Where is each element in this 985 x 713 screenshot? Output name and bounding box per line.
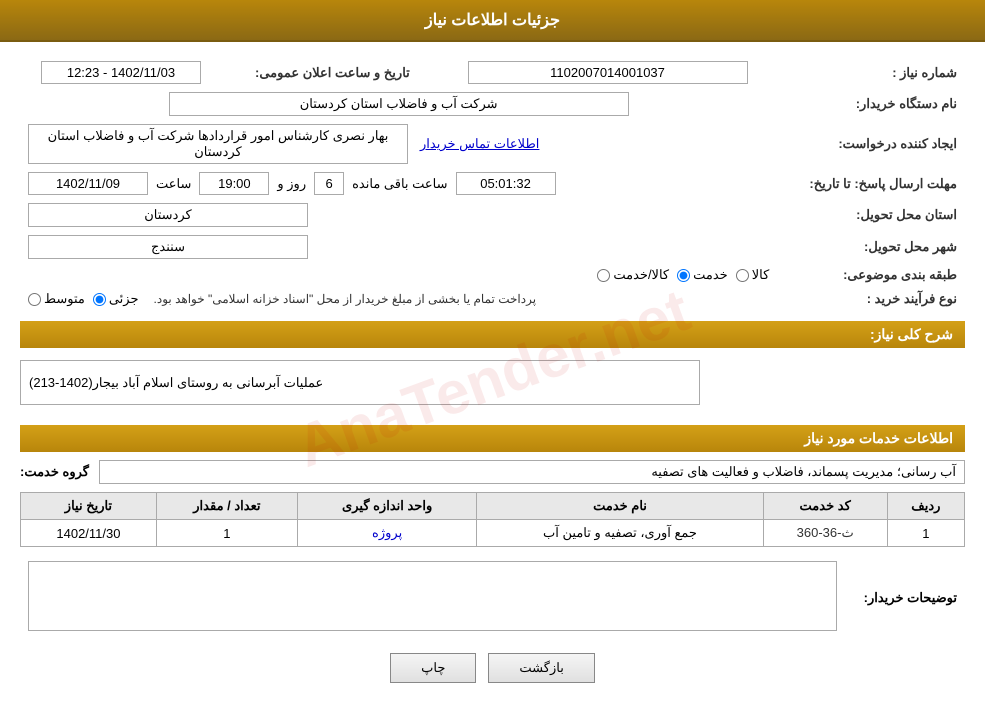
nam-dastgah-label: نام دستگاه خریدار: <box>777 88 965 120</box>
th-tarikh: تاریخ نیاز <box>21 493 157 520</box>
tarikh-value: 1402/11/03 - 12:23 <box>20 57 222 88</box>
goroh-value-box: آب رسانی؛ مدیریت پسماند، فاضلاب و فعالیت… <box>99 460 965 484</box>
info-table-1: شماره نیاز : 1102007014001037 تاریخ و سا… <box>20 57 965 311</box>
th-kod: کد خدمت <box>763 493 887 520</box>
ostan-value-cell: کردستان <box>20 199 777 231</box>
tozi-table: توضیحات خریدار: <box>20 557 965 638</box>
goroh-label: گروه خدمت: <box>20 464 89 480</box>
khadamat-title-text: اطلاعات خدمات مورد نیاز <box>804 430 953 446</box>
radio-kala-khadamat-input[interactable] <box>597 269 610 282</box>
mohlat-baqi-label: ساعت باقی مانده <box>352 176 447 192</box>
mohlat-saat-label: ساعت <box>156 176 191 192</box>
tozi-value-cell <box>20 557 845 638</box>
radio-motavaset-input[interactable] <box>28 293 41 306</box>
shahr-value-cell: سنندج <box>20 231 777 263</box>
radio-kala: کالا <box>736 267 770 283</box>
th-unit: واحد اندازه گیری <box>297 493 477 520</box>
radio-motavaset: متوسط <box>28 291 85 307</box>
mohlat-date-input: 1402/11/09 <box>28 172 148 195</box>
buttons-row: بازگشت چاپ <box>20 653 965 698</box>
print-button[interactable]: چاپ <box>390 653 476 683</box>
shahr-input: سنندج <box>28 235 308 259</box>
tabaqe-value-cell: کالا/خدمت خدمت کالا <box>20 263 777 287</box>
cell-kod: ث-36-360 <box>763 520 887 547</box>
mohlat-saat-input: 19:00 <box>199 172 269 195</box>
mohlat-label: مهلت ارسال پاسخ: تا تاریخ: <box>777 168 965 199</box>
sharh-section-title: شرح کلی نیاز: <box>20 321 965 348</box>
cell-tedad: 1 <box>156 520 297 547</box>
tabaqe-label: طبقه بندی موضوعی: <box>777 263 965 287</box>
radio-jozii: جزئی <box>93 291 139 307</box>
khadamat-section-title: اطلاعات خدمات مورد نیاز <box>20 425 965 452</box>
nam-dastgah-input: شرکت آب و فاضلاب استان کردستان <box>169 92 629 116</box>
cell-radif: 1 <box>887 520 964 547</box>
nooe-farayand-label: نوع فرآیند خرید : <box>777 287 965 311</box>
nooe-farayand-text: پرداخت تمام یا بخشی از مبلغ خریدار از مح… <box>154 292 537 306</box>
radio-khadamat: خدمت <box>677 267 728 283</box>
cell-unit: پروژه <box>297 520 477 547</box>
radio-kala-label: کالا <box>752 267 770 283</box>
th-radif: ردیف <box>887 493 964 520</box>
page-header: جزئیات اطلاعات نیاز <box>0 0 985 42</box>
tarikh-label: تاریخ و ساعت اعلان عمومی: <box>222 57 418 88</box>
mohlat-rooz-input: 6 <box>314 172 344 195</box>
services-table: ردیف کد خدمت نام خدمت واحد اندازه گیری ت… <box>20 492 965 547</box>
goroh-value-text: آب رسانی؛ مدیریت پسماند، فاضلاب و فعالیت… <box>651 464 956 479</box>
radio-kala-khadamat: کالا/خدمت <box>597 267 669 283</box>
ijad-label: ایجاد کننده درخواست: <box>777 120 965 168</box>
radio-khadamat-input[interactable] <box>677 269 690 282</box>
ijad-input: بهار نصری کارشناس امور قراردادها شرکت آب… <box>28 124 408 164</box>
back-button[interactable]: بازگشت <box>488 653 594 683</box>
radio-jozii-label: جزئی <box>109 291 139 307</box>
sharh-value-box: عملیات آبرسانی به روستای اسلام آباد بیجا… <box>20 360 700 405</box>
mohlat-rooz-label: روز و <box>277 176 306 192</box>
header-title: جزئیات اطلاعات نیاز <box>425 12 560 29</box>
tozi-label: توضیحات خریدار: <box>845 557 965 638</box>
cell-name: جمع آوری، تصفیه و تامین آب <box>477 520 763 547</box>
radio-jozii-input[interactable] <box>93 293 106 306</box>
cell-tarikh: 1402/11/30 <box>21 520 157 547</box>
th-tedad: تعداد / مقدار <box>156 493 297 520</box>
page-wrapper: جزئیات اطلاعات نیاز AnaTender.net شماره … <box>0 0 985 713</box>
mohlat-baqi-input: 05:01:32 <box>456 172 556 195</box>
th-name: نام خدمت <box>477 493 763 520</box>
shomara-niaz-input: 1102007014001037 <box>468 61 748 84</box>
sharh-value-text: عملیات آبرسانی به روستای اسلام آباد بیجا… <box>29 375 323 391</box>
mohlat-row: 05:01:32 ساعت باقی مانده 6 روز و 19:00 س… <box>20 168 777 199</box>
ijad-link[interactable]: اطلاعات تماس خریدار <box>420 136 539 152</box>
radio-kala-khadamat-label: کالا/خدمت <box>613 267 669 283</box>
ostan-label: استان محل تحویل: <box>777 199 965 231</box>
ijad-value-cell: اطلاعات تماس خریدار بهار نصری کارشناس ام… <box>20 120 777 168</box>
radio-kala-input[interactable] <box>736 269 749 282</box>
shomara-niaz-value: 1102007014001037 <box>438 57 778 88</box>
main-content: AnaTender.net شماره نیاز : 1102007014001… <box>0 42 985 713</box>
ostan-input: کردستان <box>28 203 308 227</box>
tozi-textarea[interactable] <box>28 561 837 631</box>
shahr-label: شهر محل تحویل: <box>777 231 965 263</box>
table-row: 1 ث-36-360 جمع آوری، تصفیه و تامین آب پر… <box>21 520 965 547</box>
shomara-niaz-label: شماره نیاز : <box>777 57 965 88</box>
radio-khadamat-label: خدمت <box>693 267 728 283</box>
tarikh-input: 1402/11/03 - 12:23 <box>41 61 201 84</box>
sharh-label: شرح کلی نیاز: <box>870 326 953 342</box>
nooe-farayand-cell: پرداخت تمام یا بخشی از مبلغ خریدار از مح… <box>20 287 777 311</box>
nam-dastgah-value: شرکت آب و فاضلاب استان کردستان <box>20 88 777 120</box>
radio-motavaset-label: متوسط <box>44 291 85 307</box>
